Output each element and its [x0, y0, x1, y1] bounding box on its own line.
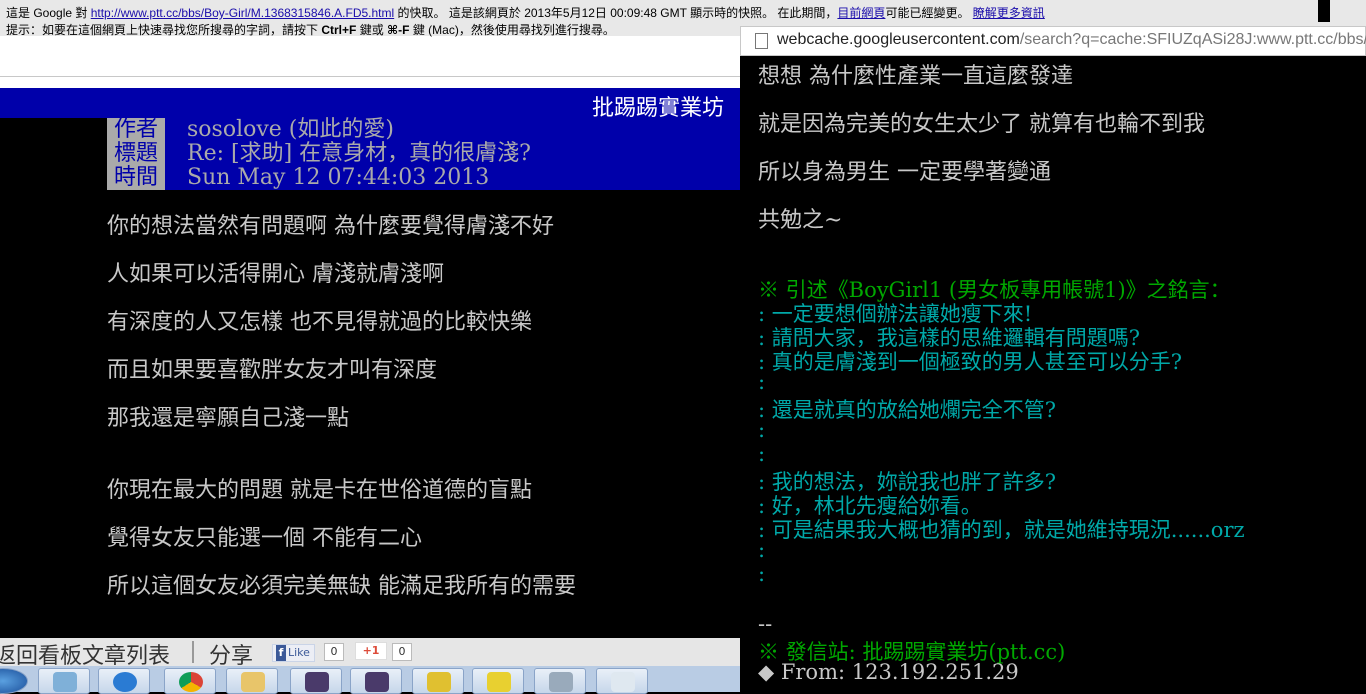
article-line: 所以身為男生 一定要學著變通 — [758, 160, 1051, 185]
article-footer-bar: 返回看板文章列表 分享 f Like 0 +1 0 — [0, 638, 740, 669]
computer-icon[interactable] — [534, 668, 586, 694]
meta-row-author: 作者 sosolove (如此的愛) — [107, 118, 740, 142]
signature-separator: -- — [758, 612, 773, 636]
windows-taskbar — [0, 666, 740, 694]
footer-divider — [192, 641, 194, 663]
article-line: 覺得女友只能選一個 不能有二心 — [107, 526, 422, 551]
tip-suffix: 鍵 (Mac)，然後使用尋找列進行搜尋。 — [409, 23, 615, 37]
meta-value-title: Re: [求助] 在意身材，真的很膚淺? — [187, 141, 531, 166]
learn-more-link[interactable]: 瞭解更多資訊 — [973, 6, 1045, 20]
article-line: 共勉之~ — [758, 208, 843, 233]
windows-start-icon[interactable] — [0, 668, 28, 694]
internet-explorer-icon[interactable] — [98, 668, 150, 694]
scrollbar-thumb[interactable] — [1318, 0, 1330, 22]
article-line: 你的想法當然有問題啊 為什麼要覺得膚淺不好 — [107, 214, 554, 239]
article-line: 那我還是寧願自己淺一點 — [107, 406, 350, 431]
article-line: 有深度的人又怎樣 也不見得就過的比較快樂 — [107, 310, 532, 335]
ptt-article: 批踢踢實業坊 作者 sosolove (如此的愛) 標題 Re: [求助] 在意… — [0, 88, 740, 638]
tip-keys-ctrl-f: Ctrl+F — [321, 23, 357, 37]
google-plus-button[interactable]: +1 — [355, 642, 387, 660]
meta-value-author: sosolove (如此的愛) — [187, 117, 394, 142]
app-icon[interactable] — [38, 668, 90, 694]
quote-line: : — [758, 442, 766, 466]
board-header: 批踢踢實業坊 — [0, 88, 740, 121]
cached-url-link[interactable]: http://www.ptt.cc/bbs/Boy-Girl/M.1368315… — [91, 6, 394, 20]
article-line: 而且如果要喜歡胖女友才叫有深度 — [107, 358, 438, 383]
quote-line: : — [758, 370, 766, 394]
lock-icon[interactable] — [412, 668, 464, 694]
address-url[interactable]: webcache.googleusercontent.com/search?q=… — [777, 31, 1366, 49]
quote-line: : 可是結果我大概也猜的到，就是她維持現況......orz — [758, 518, 1245, 542]
meta-key-title: 標題 — [107, 142, 165, 166]
facebook-like-button[interactable]: f Like — [272, 644, 315, 662]
meta-row-time: 時間 Sun May 12 07:44:03 2013 — [107, 166, 740, 190]
facebook-like-count: 0 — [324, 643, 344, 661]
quote-line: : — [758, 562, 766, 586]
current-page-link[interactable]: 目前網頁 — [837, 6, 885, 20]
cache-info-after: 可能已經變更。 — [885, 6, 970, 20]
ptt-article-continued: 想想 為什麼性產業一直這麼發達 就是因為完美的女生太少了 就算有也輪不到我 所以… — [740, 56, 1366, 692]
address-host: webcache.googleusercontent.com — [777, 31, 1020, 48]
google-plus-count: 0 — [392, 643, 412, 661]
meta-key-author: 作者 — [107, 118, 165, 142]
article-line: 人如果可以活得開心 膚淺就膚淺啊 — [107, 262, 444, 287]
signature-from: ◆ From: 123.192.251.29 — [758, 660, 1019, 684]
page-icon — [755, 33, 768, 49]
java-ee-ide-icon[interactable] — [350, 668, 402, 694]
article-line: 就是因為完美的女生太少了 就算有也輪不到我 — [758, 112, 1205, 137]
address-path: /search?q=cache:SFIUZqASi28J:www.ptt.cc/… — [1019, 31, 1366, 48]
java-ee-ide-icon[interactable] — [290, 668, 342, 694]
article-line: 想想 為什麼性產業一直這麼發達 — [758, 64, 1073, 89]
tip-prefix: 提示：如要在這個網頁上快速尋找您所搜尋的字詞，請按下 — [6, 23, 322, 37]
quote-line: : 真的是膚淺到一個極致的男人甚至可以分手? — [758, 350, 1183, 374]
facebook-icon: f — [276, 645, 286, 661]
cache-tip-line: 提示：如要在這個網頁上快速尋找您所搜尋的字詞，請按下 Ctrl+F 鍵或 ⌘-F… — [6, 21, 615, 38]
facebook-like-label: Like — [288, 646, 310, 659]
key-icon[interactable] — [472, 668, 524, 694]
quote-line: : — [758, 418, 766, 442]
meta-row-title: 標題 Re: [求助] 在意身材，真的很膚淺? — [107, 142, 740, 166]
cache-info-prefix: 這是 Google 對 — [6, 6, 88, 20]
meta-key-time: 時間 — [107, 166, 165, 190]
address-bar[interactable]: webcache.googleusercontent.com/search?q=… — [740, 26, 1366, 56]
cache-info-mid: 的快取。 這是該網頁於 2013年5月12日 00:09:48 GMT 顯示時的… — [397, 6, 838, 20]
tip-keys-cmd-f: ⌘-F — [387, 23, 410, 37]
article-line: 所以這個女友必須完美無缺 能滿足我所有的需要 — [107, 574, 576, 599]
page-background — [0, 36, 740, 76]
chrome-icon[interactable] — [164, 668, 216, 694]
meta-value-time: Sun May 12 07:44:03 2013 — [187, 165, 490, 190]
paint-icon[interactable] — [596, 668, 648, 694]
article-line: 你現在最大的問題 就是卡在世俗道德的盲點 — [107, 478, 532, 503]
tip-mid: 鍵或 — [356, 23, 388, 37]
cache-info-line: 這是 Google 對 http://www.ptt.cc/bbs/Boy-Gi… — [6, 4, 1045, 21]
quote-line: : — [758, 538, 766, 562]
file-explorer-icon[interactable] — [226, 668, 278, 694]
quote-line: : 還是就真的放給她爛完全不管? — [758, 398, 1057, 422]
